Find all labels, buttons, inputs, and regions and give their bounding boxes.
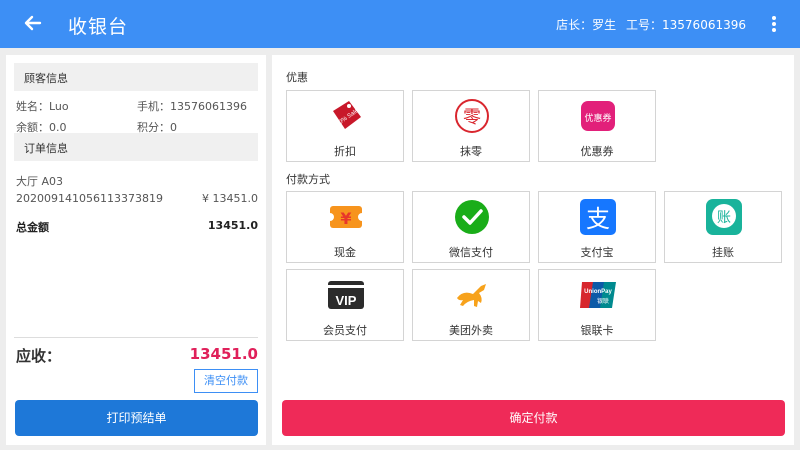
member-pay-tile[interactable]: VIP 会员支付: [286, 269, 404, 341]
round-off-tile[interactable]: 零 抹零: [412, 90, 530, 162]
svg-text:账: 账: [717, 210, 731, 226]
order-info-header: 订单信息: [14, 133, 258, 161]
total-value: 13451.0: [207, 219, 258, 232]
svg-text:零: 零: [463, 107, 481, 128]
svg-text:UnionPay: UnionPay: [584, 289, 612, 295]
alipay-tile[interactable]: 支 支付宝: [538, 191, 656, 263]
coupon-icon: 优惠券: [581, 101, 615, 131]
svg-text:¥: ¥: [340, 209, 351, 228]
discount-label: 折扣: [334, 145, 356, 158]
cash-tile[interactable]: ¥ 现金: [286, 191, 404, 263]
alipay-label: 支付宝: [580, 246, 614, 259]
svg-text:VIP: VIP: [336, 293, 357, 308]
wechat-pay-icon: [455, 200, 489, 234]
divider: [14, 337, 258, 338]
table-number: 大厅 A03: [16, 175, 64, 188]
confirm-payment-button[interactable]: 确定付款: [282, 400, 785, 436]
discount-tag-icon: 50% Sale: [333, 101, 361, 129]
unionpay-label: 银联卡: [580, 324, 614, 337]
wechat-pay-tile[interactable]: 微信支付: [412, 191, 530, 263]
coupon-label: 优惠券: [580, 145, 614, 158]
alipay-icon: 支: [580, 199, 616, 235]
back-arrow-icon[interactable]: [18, 8, 48, 38]
cash-label: 现金: [334, 246, 356, 259]
customer-phone: 手机：13576061396: [137, 100, 247, 113]
credit-account-label: 挂账: [712, 246, 734, 259]
discount-section-label: 优惠: [286, 71, 308, 84]
unionpay-icon: UnionPay 银联: [580, 282, 616, 308]
top-bar: 收银台 店长：罗生 工号：13576061396: [0, 0, 800, 48]
amount-due-value: 13451.0: [189, 345, 258, 363]
unionpay-tile[interactable]: UnionPay 银联 银联卡: [538, 269, 656, 341]
page-title: 收银台: [68, 16, 129, 38]
customer-name: 姓名：Luo: [16, 100, 69, 113]
staff-id: 工号：13576061396: [626, 18, 746, 32]
coupon-tile[interactable]: 优惠券 优惠券: [538, 90, 656, 162]
wechat-pay-label: 微信支付: [449, 246, 493, 259]
manager-name: 店长：罗生: [556, 18, 617, 32]
header-user-info: 店长：罗生 工号：13576061396: [550, 16, 746, 33]
more-menu-icon[interactable]: [766, 14, 782, 34]
discount-tile[interactable]: 50% Sale 折扣: [286, 90, 404, 162]
payment-panel: 优惠 50% Sale 折扣 零 抹零 优惠券 优惠券 付款方式 ¥ 现金 微信…: [272, 55, 794, 445]
zero-icon: 零: [455, 99, 489, 133]
round-off-label: 抹零: [460, 145, 482, 158]
order-number: 20200914105611337381​9: [16, 192, 163, 205]
total-label: 总金额: [16, 221, 49, 234]
customer-info-header: 顾客信息: [14, 63, 258, 91]
order-summary-panel: 顾客信息 姓名：Luo 手机：13576061396 余额：0.0 积分：0 订…: [6, 55, 266, 445]
clear-payment-button[interactable]: 清空付款: [194, 369, 258, 393]
svg-text:优惠券: 优惠券: [584, 112, 611, 124]
meituan-label: 美团外卖: [449, 324, 493, 337]
vip-icon: VIP: [328, 281, 364, 309]
print-prebill-button[interactable]: 打印预结单: [15, 400, 258, 436]
credit-account-tile[interactable]: 账 挂账: [664, 191, 782, 263]
order-amount: ¥ 13451.0: [202, 192, 258, 205]
svg-text:银联: 银联: [597, 297, 609, 305]
credit-account-icon: 账: [706, 199, 742, 235]
amount-due-label: 应收：: [16, 347, 62, 365]
payment-section-label: 付款方式: [286, 173, 330, 186]
meituan-icon: [457, 284, 486, 307]
meituan-tile[interactable]: 美团外卖: [412, 269, 530, 341]
member-pay-label: 会员支付: [323, 324, 367, 337]
cash-icon: ¥: [327, 206, 365, 228]
svg-text:支: 支: [586, 205, 610, 233]
